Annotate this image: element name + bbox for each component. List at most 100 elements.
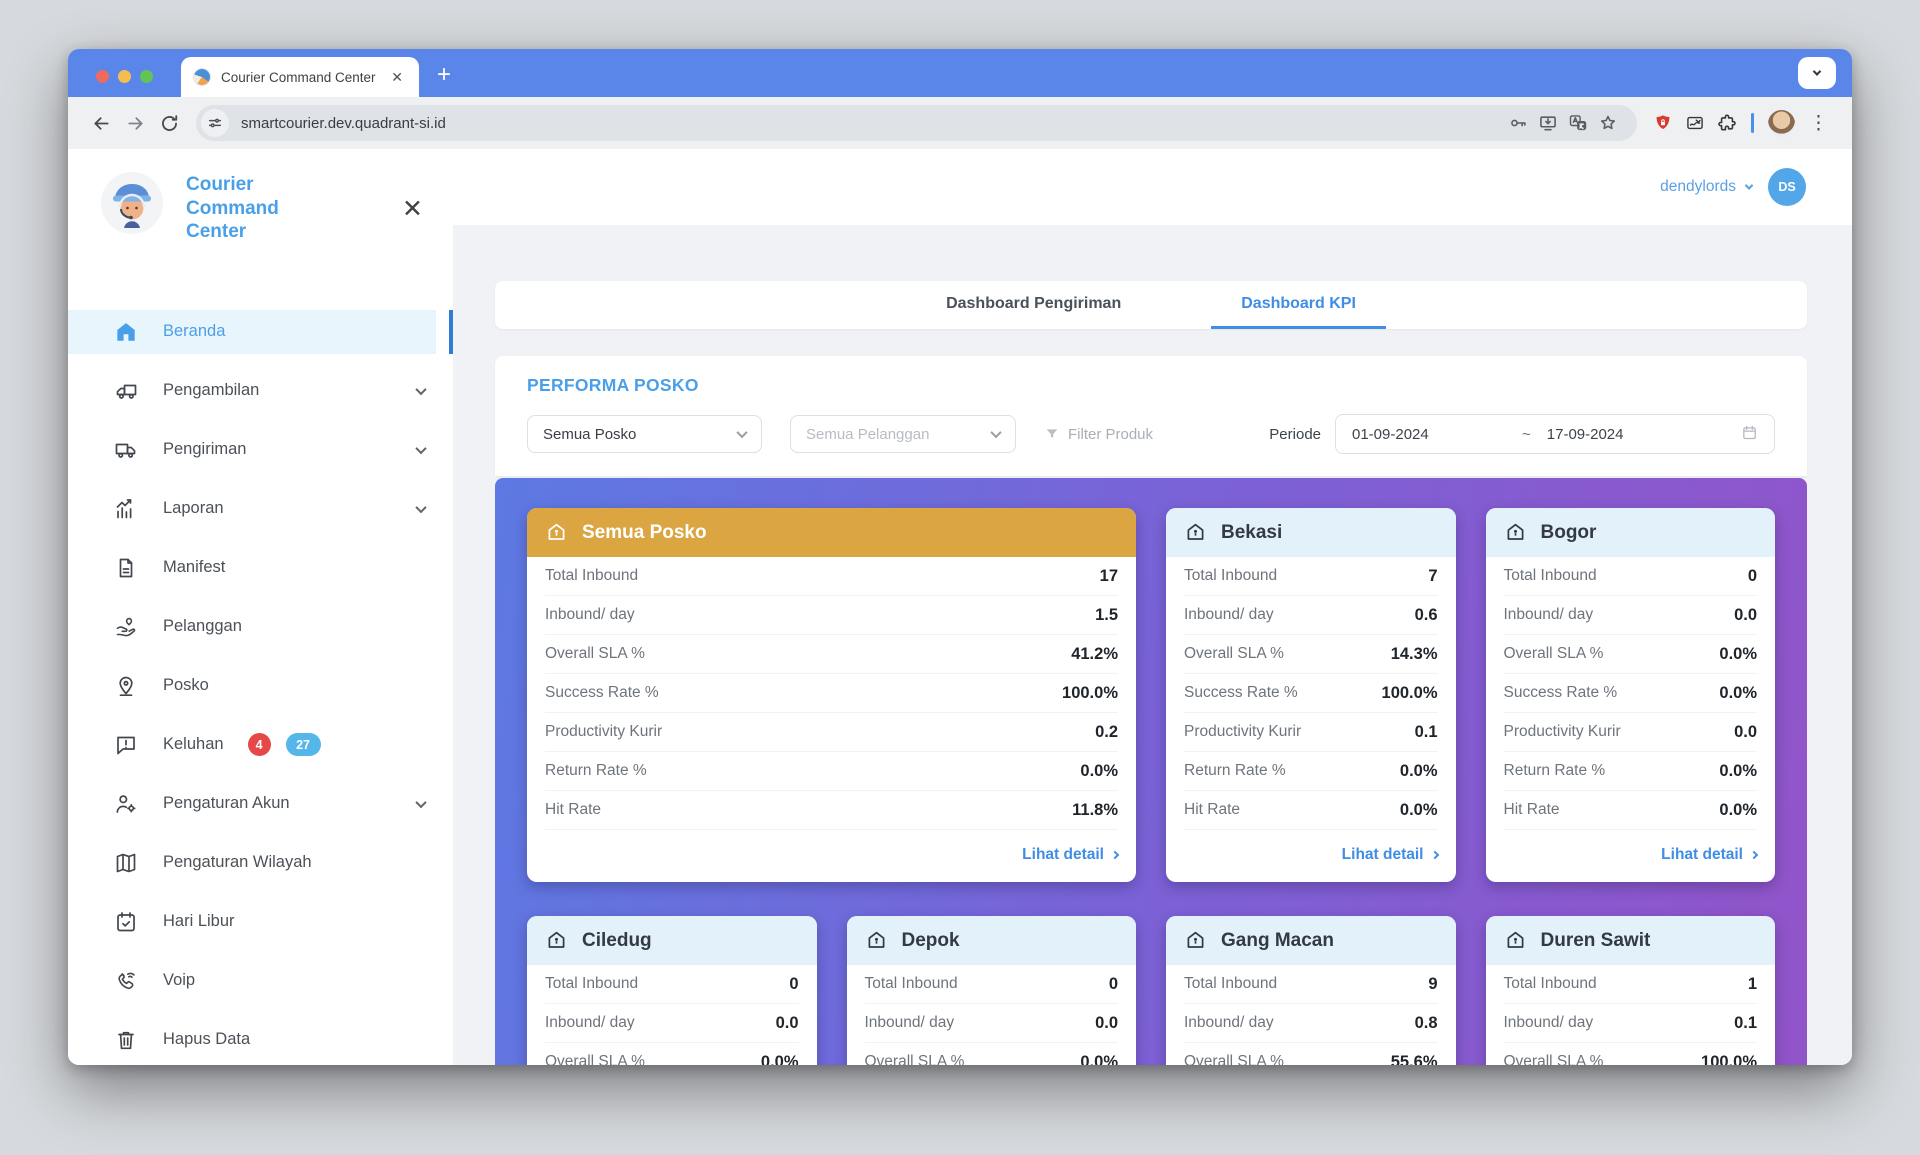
- sidebar-nav: Beranda Pengambilan Pengiriman La: [68, 310, 453, 1062]
- filter-produk-button[interactable]: Filter Produk: [1044, 426, 1153, 443]
- chevron-down-icon: [415, 502, 426, 513]
- sidebar-item-pengaturan-akun[interactable]: Pengaturan Akun: [68, 782, 453, 826]
- kpi-row: Hit Rate0.0%: [1504, 791, 1758, 830]
- funnel-icon: [1044, 426, 1060, 442]
- posko-house-icon: [1184, 929, 1207, 952]
- browser-menu-icon[interactable]: ⋮: [1801, 112, 1836, 135]
- browser-tab-strip: Courier Command Center ✕ +: [68, 49, 1852, 97]
- kpi-grid: Semua Posko Total Inbound17 Inbound/ day…: [495, 478, 1807, 1065]
- chevron-right-icon: [1111, 851, 1119, 859]
- dashboard-content: Dashboard Pengiriman Dashboard KPI PERFO…: [453, 225, 1852, 1065]
- kpi-card-depok: Depok Total Inbound0 Inbound/ day0.0 Ove…: [847, 916, 1137, 1065]
- sidebar-item-pelanggan[interactable]: Pelanggan: [68, 605, 453, 649]
- minimize-window-button[interactable]: [118, 70, 131, 83]
- browser-toolbar: smartcourier.dev.quadrant-si.id: [68, 97, 1852, 149]
- extension-signature-icon[interactable]: [1679, 107, 1711, 139]
- extensions-puzzle-icon[interactable]: [1711, 107, 1743, 139]
- kpi-row: Total Inbound7: [1184, 557, 1438, 596]
- complaint-bubble-icon: [114, 733, 138, 757]
- favicon: [193, 68, 211, 86]
- pickup-truck-icon: [114, 379, 138, 403]
- date-range-picker[interactable]: 01-09-2024 ~ 17-09-2024: [1335, 414, 1775, 454]
- user-menu[interactable]: dendylords: [1660, 178, 1752, 196]
- password-key-icon[interactable]: [1503, 108, 1533, 138]
- zoom-window-button[interactable]: [140, 70, 153, 83]
- reload-icon: [159, 113, 180, 134]
- sidebar-item-voip[interactable]: Voip: [68, 959, 453, 1003]
- back-button[interactable]: [84, 106, 118, 140]
- tab-dashboard-pengiriman[interactable]: Dashboard Pengiriman: [916, 281, 1151, 329]
- reload-button[interactable]: [152, 106, 186, 140]
- sidebar-item-manifest[interactable]: Manifest: [68, 546, 453, 590]
- lihat-detail-link[interactable]: Lihat detail: [1166, 830, 1456, 882]
- main-area: dendylords DS Dashboard Pengiriman Dashb…: [453, 149, 1852, 1065]
- kpi-card-bogor: Bogor Total Inbound0 Inbound/ day0.0 Ove…: [1486, 508, 1776, 882]
- kpi-card-header: Duren Sawit: [1486, 916, 1776, 965]
- new-tab-button[interactable]: +: [437, 63, 451, 87]
- kpi-row: Inbound/ day0.1: [1504, 1004, 1758, 1043]
- sidebar-item-hari-libur[interactable]: Hari Libur: [68, 900, 453, 944]
- address-bar[interactable]: smartcourier.dev.quadrant-si.id: [196, 105, 1637, 141]
- posko-house-icon: [545, 521, 568, 544]
- kpi-row: Success Rate %100.0%: [1184, 674, 1438, 713]
- kpi-row: Total Inbound1: [1504, 965, 1758, 1004]
- kpi-card-header: Gang Macan: [1166, 916, 1456, 965]
- dashboard-tabs: Dashboard Pengiriman Dashboard KPI: [495, 281, 1807, 329]
- user-avatar[interactable]: DS: [1768, 168, 1806, 206]
- sidebar-item-pengambilan[interactable]: Pengambilan: [68, 369, 453, 413]
- adblock-shield-icon[interactable]: [1647, 107, 1679, 139]
- sidebar-item-posko[interactable]: Posko: [68, 664, 453, 708]
- lihat-detail-link[interactable]: Lihat detail: [527, 830, 1136, 882]
- sidebar-item-hapus-data[interactable]: Hapus Data: [68, 1018, 453, 1062]
- browser-profile-avatar[interactable]: [1768, 110, 1795, 137]
- kpi-row: Success Rate %100.0%: [545, 674, 1118, 713]
- sidebar-item-laporan[interactable]: Laporan: [68, 487, 453, 531]
- sidebar-item-beranda[interactable]: Beranda: [68, 310, 436, 354]
- close-window-button[interactable]: [96, 70, 109, 83]
- hand-heart-icon: [114, 615, 138, 639]
- app-header: dendylords DS: [453, 149, 1852, 225]
- keluhan-badge-blue: 27: [286, 733, 321, 756]
- report-chart-icon: [114, 497, 138, 521]
- home-icon: [114, 320, 138, 344]
- tab-close-icon[interactable]: ✕: [387, 67, 407, 88]
- kpi-row: Total Inbound9: [1184, 965, 1438, 1004]
- sidebar-item-keluhan[interactable]: Keluhan 4 27: [68, 723, 453, 767]
- kpi-card-bekasi: Bekasi Total Inbound7 Inbound/ day0.6 Ov…: [1166, 508, 1456, 882]
- kpi-row: Inbound/ day0.0: [1504, 596, 1758, 635]
- posko-house-icon: [1504, 521, 1527, 544]
- tab-search-button[interactable]: [1798, 57, 1836, 89]
- kpi-row: Overall SLA %14.3%: [1184, 635, 1438, 674]
- site-settings-icon[interactable]: [201, 109, 229, 137]
- chevron-down-icon: [990, 427, 1001, 438]
- sidebar-close-icon[interactable]: ✕: [402, 197, 423, 222]
- kpi-card-ciledug: Ciledug Total Inbound0 Inbound/ day0.0 O…: [527, 916, 817, 1065]
- kpi-card-header: Semua Posko: [527, 508, 1136, 557]
- kpi-row: Inbound/ day0.8: [1184, 1004, 1438, 1043]
- kpi-row: Productivity Kurir0.1: [1184, 713, 1438, 752]
- sidebar-item-pengiriman[interactable]: Pengiriman: [68, 428, 453, 472]
- keluhan-badge-red: 4: [248, 733, 271, 756]
- pelanggan-select[interactable]: Semua Pelanggan: [790, 415, 1016, 453]
- browser-tab[interactable]: Courier Command Center ✕: [181, 57, 419, 97]
- install-app-icon[interactable]: [1533, 108, 1563, 138]
- username-text: dendylords: [1660, 178, 1736, 196]
- bookmark-star-icon[interactable]: [1593, 108, 1623, 138]
- kpi-card-header: Bekasi: [1166, 508, 1456, 557]
- translate-icon[interactable]: [1563, 108, 1593, 138]
- chevron-down-icon: [415, 443, 426, 454]
- periode-group: Periode 01-09-2024 ~ 17-09-2024: [1269, 414, 1775, 454]
- sidebar-item-pengaturan-wilayah[interactable]: Pengaturan Wilayah: [68, 841, 453, 885]
- forward-button[interactable]: [118, 106, 152, 140]
- kpi-row: Overall SLA %0.0%: [865, 1043, 1119, 1065]
- kpi-card-duren-sawit: Duren Sawit Total Inbound1 Inbound/ day0…: [1486, 916, 1776, 1065]
- kpi-row: Overall SLA %0.0%: [1504, 635, 1758, 674]
- lihat-detail-link[interactable]: Lihat detail: [1486, 830, 1776, 882]
- kpi-row: Success Rate %0.0%: [1504, 674, 1758, 713]
- kpi-card-header: Bogor: [1486, 508, 1776, 557]
- posko-house-icon: [545, 929, 568, 952]
- kpi-row: Productivity Kurir0.0: [1504, 713, 1758, 752]
- tab-dashboard-kpi[interactable]: Dashboard KPI: [1211, 281, 1386, 329]
- posko-select[interactable]: Semua Posko: [527, 415, 762, 453]
- arrow-left-icon: [91, 113, 112, 134]
